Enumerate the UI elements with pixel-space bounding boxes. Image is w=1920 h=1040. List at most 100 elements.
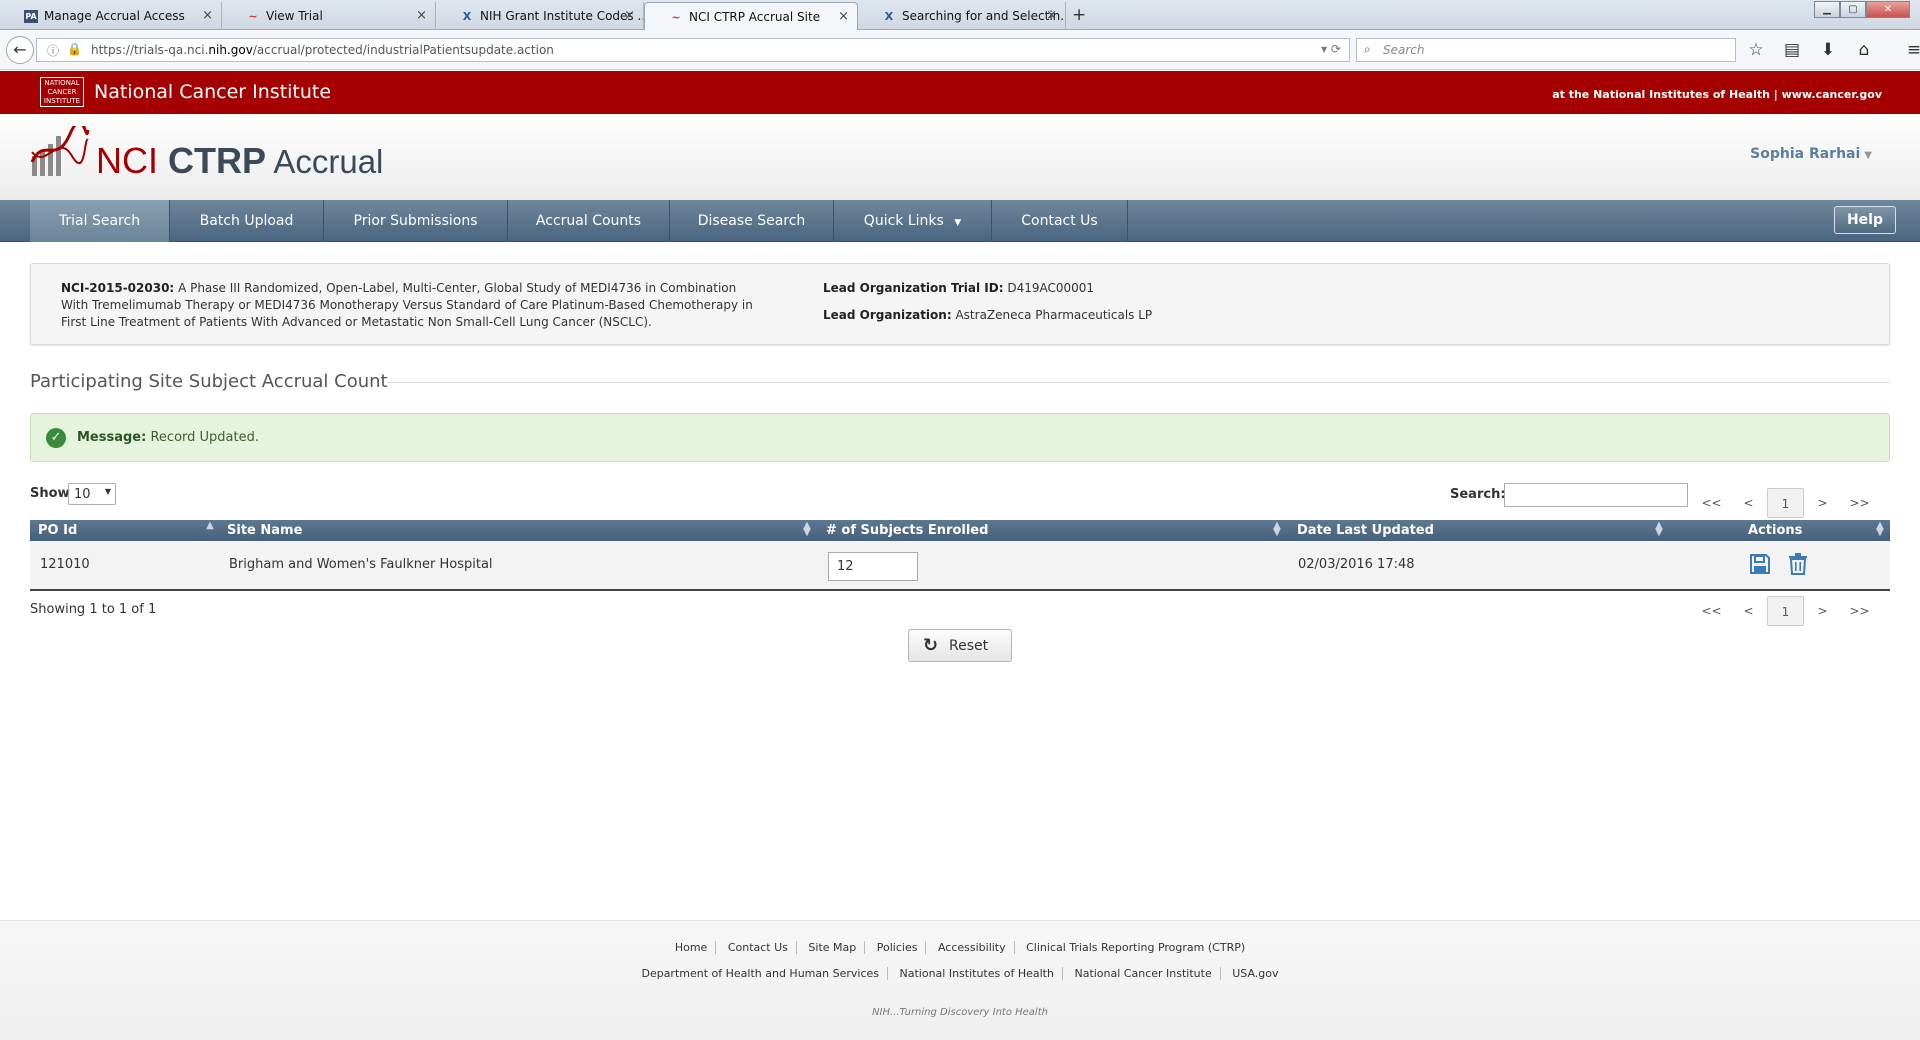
- reload-icon[interactable]: ▾ ⟳: [1321, 42, 1341, 56]
- page-size-select[interactable]: 10 ▼: [68, 483, 116, 505]
- close-icon[interactable]: ×: [624, 8, 635, 23]
- brand-accrual: Accrual: [266, 143, 384, 180]
- pagination-top: << < 1 > >>: [1693, 488, 1878, 518]
- menu-accrual-counts[interactable]: Accrual Counts: [508, 200, 670, 242]
- user-menu[interactable]: Sophia Rarhai ▼: [1750, 146, 1872, 162]
- footer-link-policies[interactable]: Policies: [868, 941, 927, 954]
- new-tab-icon[interactable]: +: [1072, 5, 1086, 25]
- first-page-button[interactable]: <<: [1693, 596, 1730, 626]
- prev-page-button[interactable]: <: [1730, 488, 1767, 518]
- footer-link-usagov[interactable]: USA.gov: [1224, 967, 1286, 980]
- menu-batch-upload[interactable]: Batch Upload: [170, 200, 324, 242]
- footer-link-nci[interactable]: National Cancer Institute: [1066, 967, 1221, 980]
- menu-contact-us[interactable]: Contact Us: [992, 200, 1128, 242]
- browser-tab[interactable]: X Searching for and Selectin... ×: [858, 2, 1066, 30]
- footer-link-nih[interactable]: National Institutes of Health: [891, 967, 1063, 980]
- lead-org-row: Lead Organization: AstraZeneca Pharmaceu…: [823, 307, 1152, 324]
- browser-tab[interactable]: X NIH Grant Institute Codes ... ×: [436, 2, 644, 30]
- sort-icon[interactable]: ▲ ▼: [803, 521, 811, 538]
- reading-list-icon[interactable]: ▤: [1781, 40, 1803, 60]
- ctrp-dna-logo-icon: [30, 126, 90, 176]
- browser-tab-active[interactable]: ~ NCI CTRP Accrual Site ×: [644, 2, 858, 30]
- lead-trial-id: D419AC00001: [1007, 281, 1095, 295]
- sort-icon[interactable]: ▲ ▼: [1273, 521, 1281, 538]
- lock-icon: 🔒: [67, 42, 82, 56]
- tab-label: NIH Grant Institute Codes ...: [480, 9, 644, 23]
- cell-po-id: 121010: [40, 557, 90, 572]
- page-1-button[interactable]: 1: [1767, 596, 1804, 626]
- menu-icon[interactable]: ≡: [1903, 40, 1920, 60]
- footer-link-sitemap[interactable]: Site Map: [800, 941, 866, 954]
- lead-trial-id-row: Lead Organization Trial ID: D419AC00001: [823, 280, 1152, 297]
- last-page-button[interactable]: >>: [1841, 596, 1878, 626]
- prev-page-button[interactable]: <: [1730, 596, 1767, 626]
- col-date-last-updated[interactable]: Date Last Updated: [1297, 523, 1434, 538]
- col-site-name[interactable]: Site Name: [227, 523, 302, 538]
- save-icon[interactable]: [1748, 552, 1772, 576]
- app-brand[interactable]: NCI CTRP Accrual: [96, 140, 383, 182]
- success-message: ✓ Message: Record Updated.: [30, 413, 1890, 462]
- banner-right-text[interactable]: at the National Institutes of Health | w…: [1552, 88, 1882, 101]
- col-subjects-enrolled[interactable]: # of Subjects Enrolled: [826, 523, 988, 538]
- sort-icon[interactable]: ▲ ▼: [1655, 521, 1663, 538]
- message-text: Message: Record Updated.: [77, 430, 259, 445]
- search-icon: ⌕: [1364, 42, 1371, 56]
- trash-icon[interactable]: [1786, 552, 1810, 576]
- browser-search-input[interactable]: ⌕ Search: [1356, 38, 1736, 62]
- browser-tab[interactable]: PA Manage Accrual Access ×: [0, 2, 222, 30]
- pagination-bottom: << < 1 > >>: [1693, 596, 1878, 626]
- accrual-table: PO Id ▲ Site Name ▲ ▼ # of Subjects Enrol…: [30, 520, 1890, 591]
- tab-label: Searching for and Selectin...: [902, 9, 1066, 23]
- reset-label: Reset: [949, 638, 989, 654]
- footer-link-accessibility[interactable]: Accessibility: [929, 941, 1015, 954]
- subjects-enrolled-input[interactable]: 12: [828, 552, 918, 581]
- browser-tab[interactable]: ~ View Trial ×: [222, 2, 436, 30]
- minimize-icon[interactable]: ▁: [1814, 1, 1840, 18]
- footer-link-home[interactable]: Home: [666, 941, 717, 954]
- browser-tool-icons: ☆ ▤ ⬇ ⌂ ≡: [1745, 40, 1920, 60]
- url-path: /accrual/protected/industrialPatientsupd…: [252, 43, 554, 57]
- footer-link-ctrp[interactable]: Clinical Trials Reporting Program (CTRP): [1018, 941, 1253, 954]
- footer-link-contact[interactable]: Contact Us: [719, 941, 797, 954]
- help-button[interactable]: Help: [1833, 206, 1896, 234]
- maximize-icon[interactable]: ▢: [1840, 1, 1866, 18]
- url-host: nih.gov: [208, 43, 253, 57]
- message-body: Record Updated.: [150, 430, 259, 445]
- nci-logo[interactable]: NATIONAL CANCER INSTITUTE: [40, 77, 84, 107]
- page-1-button[interactable]: 1: [1767, 488, 1804, 518]
- footer-link-hhs[interactable]: Department of Health and Human Services: [633, 967, 888, 980]
- menu-prior-submissions[interactable]: Prior Submissions: [324, 200, 508, 242]
- close-icon[interactable]: ×: [1046, 8, 1057, 23]
- last-page-button[interactable]: >>: [1841, 488, 1878, 518]
- col-po-id[interactable]: PO Id: [38, 523, 77, 538]
- table-info: Showing 1 to 1 of 1: [30, 602, 157, 617]
- info-icon[interactable]: ⓘ: [47, 42, 59, 59]
- close-icon[interactable]: ×: [202, 8, 213, 23]
- browser-toolbar: ← ⓘ 🔒 https://trials-qa.nci.nih.gov/accr…: [0, 30, 1920, 70]
- back-icon[interactable]: ←: [6, 36, 34, 64]
- banner-title[interactable]: National Cancer Institute: [94, 81, 331, 103]
- next-page-button[interactable]: >: [1804, 488, 1841, 518]
- menu-trial-search[interactable]: Trial Search: [30, 200, 170, 242]
- first-page-button[interactable]: <<: [1693, 488, 1730, 518]
- close-window-icon[interactable]: ✕: [1866, 1, 1910, 18]
- reset-button[interactable]: ↻ Reset: [908, 629, 1012, 662]
- table-header: PO Id ▲ Site Name ▲ ▼ # of Subjects Enrol…: [30, 520, 1890, 541]
- sort-icon[interactable]: ▲ ▼: [1876, 521, 1884, 538]
- sort-icon[interactable]: ▲: [206, 521, 214, 531]
- bookmark-star-icon[interactable]: ☆: [1745, 40, 1767, 60]
- page-footer: Home Contact Us Site Map Policies Access…: [0, 920, 1920, 1040]
- close-icon[interactable]: ×: [416, 8, 427, 23]
- address-bar[interactable]: ⓘ 🔒 https://trials-qa.nci.nih.gov/accrua…: [36, 38, 1350, 62]
- footer-links-row1: Home Contact Us Site Map Policies Access…: [0, 941, 1920, 954]
- chevron-down-icon: ▼: [954, 218, 962, 228]
- menu-quick-links[interactable]: Quick Links ▼: [834, 200, 992, 242]
- page-size-value: 10: [74, 487, 91, 502]
- next-page-button[interactable]: >: [1804, 596, 1841, 626]
- download-icon[interactable]: ⬇: [1817, 40, 1839, 60]
- menu-disease-search[interactable]: Disease Search: [670, 200, 834, 242]
- table-search-input[interactable]: [1504, 483, 1688, 507]
- close-icon[interactable]: ×: [838, 9, 849, 24]
- show-label: Show: [30, 486, 70, 501]
- home-icon[interactable]: ⌂: [1853, 40, 1875, 60]
